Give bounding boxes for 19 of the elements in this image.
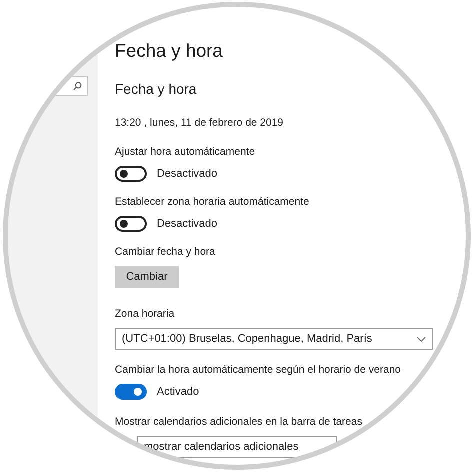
chevron-down-icon xyxy=(417,336,426,342)
section-title: Fecha y hora xyxy=(115,81,198,97)
search-icon xyxy=(73,82,82,90)
current-datetime: 13:20 , lunes, 11 de febrero de 2019 xyxy=(115,117,285,129)
toggle-state: Desactivado xyxy=(157,168,218,180)
toggle-state: Desactivado xyxy=(157,218,218,230)
toggle-state: Activado xyxy=(157,386,200,398)
setting-label: Cambiar fecha y hora xyxy=(115,246,216,258)
change-button[interactable]: Cambiar xyxy=(115,266,179,288)
toggle-switch[interactable] xyxy=(115,384,147,400)
setting-label: Mostrar calendarios adicionales en la barra de tareas xyxy=(115,416,364,428)
setting-label: Ajustar hora automáticamente xyxy=(115,146,256,158)
toggle-switch[interactable] xyxy=(115,166,147,182)
setting-label: Zona horaria xyxy=(115,308,176,320)
setting-label: Establecer zona horaria automáticamente xyxy=(115,196,310,208)
dropdown[interactable]: (UTC+01:00) Bruselas, Copenhague, Madrid, París xyxy=(115,328,433,350)
page-title: Fecha y hora xyxy=(115,40,224,62)
toggle-switch[interactable] xyxy=(115,216,147,232)
setting-label: Cambiar la hora automáticamente según el horario de verano xyxy=(115,364,402,376)
